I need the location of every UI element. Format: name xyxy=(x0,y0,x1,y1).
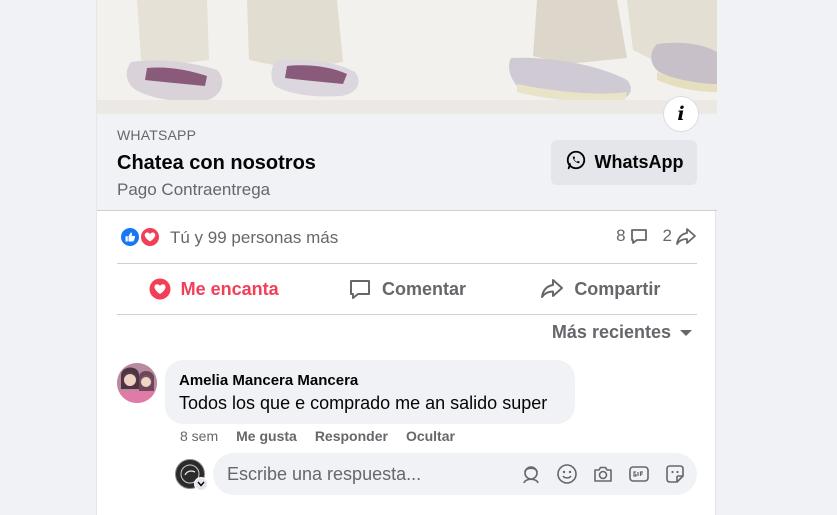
sticker-icon[interactable] xyxy=(663,462,687,486)
reactions-summary[interactable]: Tú y 99 personas más xyxy=(170,228,338,248)
post-actions: Me encanta Comentar Compartir xyxy=(117,264,697,314)
reaction-icons[interactable] xyxy=(119,226,165,248)
share-button-label: Compartir xyxy=(574,278,661,299)
link-source: WHATSAPP xyxy=(117,127,197,143)
gif-icon[interactable] xyxy=(627,462,651,486)
camera-icon[interactable] xyxy=(591,462,615,486)
comment-author[interactable]: Amelia Mancera Mancera xyxy=(179,372,561,389)
reply-input[interactable]: Escribe una respuesta... xyxy=(213,453,697,495)
shares-count-value: 2 xyxy=(662,226,672,245)
comment-bubble: Amelia Mancera Mancera Todos los que e c… xyxy=(165,360,575,424)
comment-hide-link[interactable]: Ocultar xyxy=(406,428,455,444)
reply-placeholder: Escribe una respuesta... xyxy=(227,464,422,484)
avatar-sticker-icon[interactable] xyxy=(519,462,543,486)
share-icon xyxy=(541,279,564,298)
whatsapp-button-label: WhatsApp xyxy=(594,152,684,172)
comments-count-value: 8 xyxy=(616,226,626,245)
comments-count[interactable]: 8 xyxy=(616,226,648,246)
divider xyxy=(117,314,697,315)
post-card: i WHATSAPP Chatea con nosotros Pago Cont… xyxy=(96,0,717,515)
chevron-down-icon[interactable] xyxy=(194,477,208,491)
product-image[interactable] xyxy=(97,0,717,114)
comment-icon xyxy=(349,280,370,299)
comment-button-label: Comentar xyxy=(381,278,466,299)
comment-reply-link[interactable]: Responder xyxy=(315,428,388,444)
caret-down-icon xyxy=(680,329,692,336)
link-description: Pago Contraentrega xyxy=(117,180,271,199)
comment-button[interactable]: Comentar xyxy=(310,264,503,314)
love-reaction-icon xyxy=(139,226,161,248)
shares-count[interactable]: 2 xyxy=(663,226,697,246)
reply-tools xyxy=(519,462,687,486)
comment-time[interactable]: 8 sem xyxy=(180,428,218,444)
like-reaction-icon xyxy=(119,226,141,248)
heart-icon xyxy=(149,278,171,300)
whatsapp-icon xyxy=(565,149,587,176)
engagement-counts: 8 2 xyxy=(616,226,697,246)
current-user-avatar[interactable] xyxy=(175,459,208,491)
info-icon[interactable]: i xyxy=(663,96,699,132)
comment-bubble-icon xyxy=(630,229,647,244)
sneakers-photo xyxy=(97,0,717,114)
sort-dropdown[interactable]: Más recientes xyxy=(552,322,693,343)
reactions-bar: Tú y 99 personas más 8 2 xyxy=(97,211,717,263)
link-preview[interactable]: WHATSAPP Chatea con nosotros Pago Contra… xyxy=(97,114,717,211)
comment-like-link[interactable]: Me gusta xyxy=(236,428,297,444)
share-button[interactable]: Compartir xyxy=(504,264,697,314)
love-button-label: Me encanta xyxy=(180,278,279,299)
sort-label: Más recientes xyxy=(551,322,671,342)
whatsapp-button[interactable]: WhatsApp xyxy=(551,140,697,185)
comment-meta: 8 sem Me gusta Responder Ocultar xyxy=(180,428,455,444)
love-button[interactable]: Me encanta xyxy=(117,264,310,314)
link-title[interactable]: Chatea con nosotros xyxy=(117,152,316,175)
share-arrow-icon xyxy=(676,228,696,245)
comment-text: Todos los que e comprado me an salido su… xyxy=(179,393,548,413)
commenter-avatar[interactable] xyxy=(117,363,157,403)
emoji-icon[interactable] xyxy=(555,462,579,486)
